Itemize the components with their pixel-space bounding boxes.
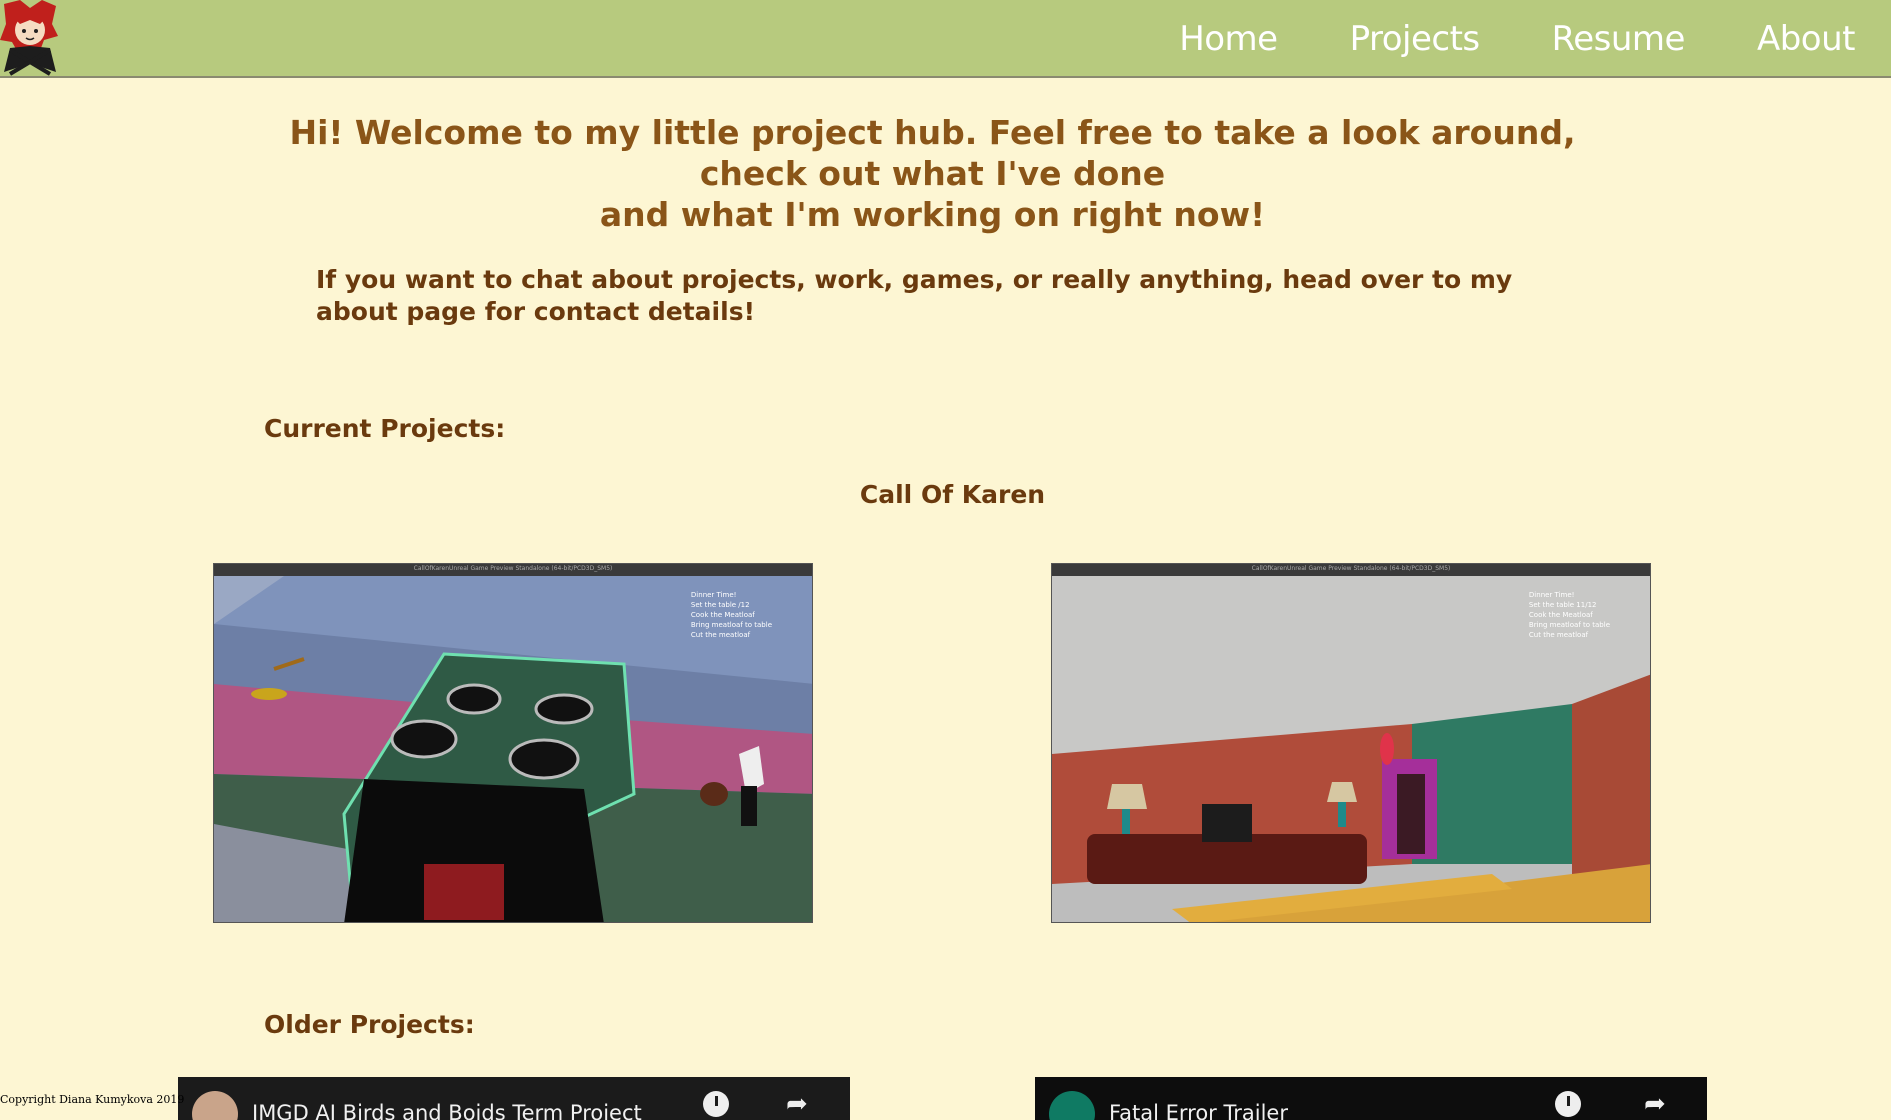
nav-resume[interactable]: Resume [1552,19,1686,59]
video-embed-fatal-error[interactable]: Fatal Error Trailer ➦ [1035,1077,1707,1120]
hud-line: Dinner Time! [690,591,737,599]
share-arrow-icon[interactable]: ➦ [786,1089,808,1119]
video-title[interactable]: Fatal Error Trailer [1109,1101,1288,1120]
watch-later-clock-icon[interactable] [1555,1091,1581,1117]
older-projects-heading: Older Projects: [264,1010,475,1039]
hud-objectives: Dinner Time! Set the table 11/12 Cook th… [1529,590,1610,640]
footer-copyright: Copyright Diana Kumykova 2019 [0,1093,185,1106]
share-arrow-icon[interactable]: ➦ [1644,1089,1666,1119]
hud-line: Bring meatloaf to table [1528,621,1610,629]
top-nav-bar: Home Projects Resume About [0,0,1891,78]
welcome-line: and what I'm working on right now! [599,195,1266,234]
project-screenshot-kitchen[interactable]: CallOfKarenUnreal Game Preview Standalon… [213,563,813,923]
welcome-line: check out what I've done [699,154,1166,193]
project-title: Call Of Karen [859,480,1046,509]
hud-line: Dinner Time! [1528,591,1575,599]
hud-line: Set the table 11/12 [1528,601,1597,609]
nav-home[interactable]: Home [1179,19,1278,59]
hud-line: Set the table /12 [690,601,750,609]
current-projects-heading: Current Projects: [264,414,506,443]
watch-later-clock-icon[interactable] [703,1091,729,1117]
hud-line: Cut the meatloaf [690,631,751,639]
hud-objectives: Dinner Time! Set the table /12 Cook the … [691,590,772,640]
main-nav: Home Projects Resume About [1179,0,1891,78]
contact-note: If you want to chat about projects, work… [316,265,1513,326]
project-screenshot-living-room[interactable]: CallOfKarenUnreal Game Preview Standalon… [1051,563,1651,923]
hud-line: Bring meatloaf to table [690,621,772,629]
nav-about[interactable]: About [1757,19,1856,59]
channel-avatar[interactable] [1049,1091,1095,1120]
nav-projects[interactable]: Projects [1350,19,1481,59]
window-title: CallOfKarenUnreal Game Preview Standalon… [413,565,613,572]
hud-line: Cut the meatloaf [1528,631,1589,639]
hud-line: Cook the Meatloaf [690,611,755,619]
welcome-heading: Hi! Welcome to my little project hub. Fe… [280,112,1585,235]
window-title: CallOfKarenUnreal Game Preview Standalon… [1251,565,1451,572]
avatar-logo[interactable] [0,0,60,76]
welcome-line: Hi! Welcome to my little project hub. Fe… [289,113,1576,152]
hud-line: Cook the Meatloaf [1528,611,1593,619]
video-title[interactable]: IMGD AI Birds and Boids Term Project [252,1101,642,1120]
video-embed-birds-boids[interactable]: IMGD AI Birds and Boids Term Project ➦ [178,1077,850,1120]
channel-avatar[interactable] [192,1091,238,1120]
